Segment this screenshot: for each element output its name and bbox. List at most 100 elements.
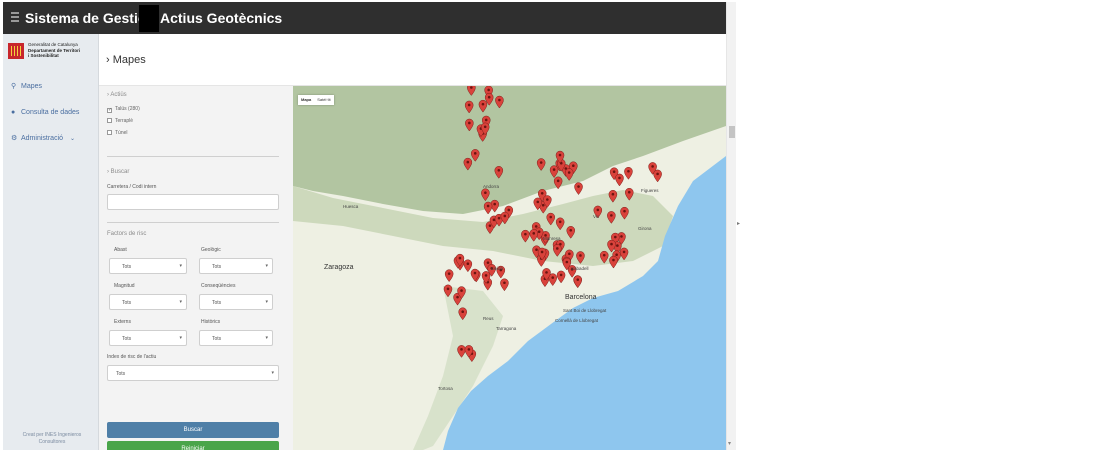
map-marker-dot <box>552 168 556 171</box>
senyera-icon <box>8 43 24 59</box>
place-label: Barcelona <box>565 294 597 301</box>
map-marker-dot <box>556 179 560 183</box>
map-marker-dot <box>470 86 473 89</box>
caret-down-icon: ▾ <box>265 299 268 305</box>
select-value: Tots <box>122 336 132 342</box>
map-type-control: Mapa Satèl·lit <box>298 95 334 105</box>
redaction-block <box>139 5 159 32</box>
map-marker-dot <box>503 214 507 218</box>
select-index[interactable]: Tots ▾ <box>107 365 279 381</box>
main-content: › Mapes › Actiüs ✓ Talüs (280) Terraplè T… <box>99 34 726 450</box>
checkbox-terraple[interactable]: Terraplè <box>107 118 133 124</box>
map-marker-dot <box>458 256 462 260</box>
map-marker-dot <box>497 216 501 220</box>
map-marker-dot <box>534 225 538 228</box>
map-marker-dot <box>569 228 573 232</box>
app-window: Sistema de Gestió Actius Geotècnics Gene… <box>3 2 726 450</box>
map-marker-dot <box>537 230 541 234</box>
map-marker-dot <box>579 254 582 257</box>
map-marker-dot <box>559 273 563 277</box>
map-marker-dot <box>616 244 619 247</box>
checkbox-label: Túnel <box>115 130 128 136</box>
page-scrollbar[interactable]: ▾ <box>726 2 736 450</box>
map-marker-dot <box>486 261 490 264</box>
reset-button[interactable]: Reiniciar <box>107 441 279 450</box>
map-marker-dot <box>536 200 540 204</box>
map-marker-dot <box>602 253 606 257</box>
info-icon: ● <box>11 109 16 116</box>
checkbox-box <box>107 118 112 123</box>
map-marker-dot <box>567 171 571 174</box>
map-marker-dot <box>460 289 463 292</box>
filter-panel: › Actiüs ✓ Talüs (280) Terraplè Túnel › B… <box>99 86 289 450</box>
sidebar: Generalitat de Catalunya Departament de … <box>3 34 99 450</box>
sidebar-item-consulta[interactable]: ● Consulta de dades <box>11 109 79 116</box>
map-marker-dot <box>656 172 659 176</box>
map-marker-dot <box>497 168 501 172</box>
map-marker-dot <box>576 278 580 281</box>
map-marker-dot <box>466 262 470 266</box>
hamburger-menu-icon[interactable] <box>11 12 19 22</box>
scroll-thumb[interactable] <box>729 126 735 138</box>
select-externs[interactable]: Tots ▾ <box>109 330 187 346</box>
select-magnitud[interactable]: Tots ▾ <box>109 294 187 310</box>
divider <box>107 222 279 223</box>
footer-credit: Creat per INES Ingenieros Consultores <box>22 432 82 445</box>
map-marker-dot <box>487 95 491 99</box>
checkbox-talus[interactable]: ✓ Talüs (280) <box>107 106 140 113</box>
caret-down-icon: ▾ <box>265 263 268 269</box>
map-marker-dot <box>577 185 580 188</box>
map-marker-dot <box>488 224 492 227</box>
map-marker-dot <box>446 287 450 291</box>
page-title-text: Mapes <box>112 54 146 66</box>
expand-arrow-icon[interactable]: ▸ <box>737 220 740 227</box>
map-marker-dot <box>541 203 545 207</box>
sidebar-item-mapes[interactable]: ⚲ Mapes <box>11 82 42 90</box>
map-type-mapa[interactable]: Mapa <box>298 95 314 105</box>
search-button[interactable]: Buscar <box>107 422 279 438</box>
select-consequencies[interactable]: Tots ▾ <box>199 294 273 310</box>
cogs-icon: ⚙ <box>11 135 18 142</box>
chevron-right-icon: › <box>106 54 110 66</box>
map-marker-dot <box>535 248 538 252</box>
select-abast[interactable]: Tots ▾ <box>109 258 187 274</box>
checkbox-tunel[interactable]: Túnel <box>107 130 128 136</box>
place-label: Zaragoza <box>324 264 354 271</box>
map-marker-dot <box>487 88 490 92</box>
map-canvas[interactable] <box>293 86 726 450</box>
place-label: Girona <box>638 226 652 231</box>
map-marker-dot <box>549 215 553 219</box>
page-title: › Mapes <box>106 54 146 66</box>
checkbox-label: Terraplè <box>115 118 134 124</box>
scroll-down-arrow-icon[interactable]: ▾ <box>728 440 731 447</box>
map-marker-dot <box>539 161 543 164</box>
map-marker-dot <box>484 118 488 122</box>
sidebar-item-administracio[interactable]: ⚙ Administració ⌄ <box>11 134 75 142</box>
buscar-title-text: Buscar <box>110 169 130 175</box>
select-value: Tots <box>116 371 126 377</box>
map-marker-dot <box>473 271 477 275</box>
map-marker-dot <box>498 98 501 102</box>
map-marker-dot <box>456 295 459 299</box>
app-title-part2: Actius Geotècnics <box>160 10 283 26</box>
map-type-satellite[interactable]: Satèl·lit <box>314 95 333 105</box>
caret-down-icon: ▾ <box>179 263 182 269</box>
map-marker-dot <box>627 190 631 194</box>
map-marker-dot <box>558 220 562 224</box>
carretera-input[interactable] <box>107 194 279 210</box>
map-marker-dot <box>558 153 562 157</box>
map-view[interactable]: Mapa Satèl·lit Zaragoza Barcelona Tarrago… <box>293 86 726 450</box>
select-historics[interactable]: Tots ▾ <box>199 330 273 346</box>
place-label: Cornellà de Llobregat <box>555 318 599 323</box>
map-marker-dot <box>568 252 571 256</box>
map-marker-dot <box>532 232 536 235</box>
sidebar-item-label: Mapes <box>21 83 43 90</box>
map-marker-dot <box>565 260 569 264</box>
select-geologic[interactable]: Tots ▾ <box>199 258 273 274</box>
place-label: Sabadell <box>571 266 589 271</box>
chevron-down-icon: ⌄ <box>69 136 75 142</box>
map-marker-dot <box>620 235 623 238</box>
map-marker-dot <box>507 208 511 212</box>
select-value: Tots <box>122 264 132 270</box>
caret-down-icon: ▾ <box>271 370 274 376</box>
